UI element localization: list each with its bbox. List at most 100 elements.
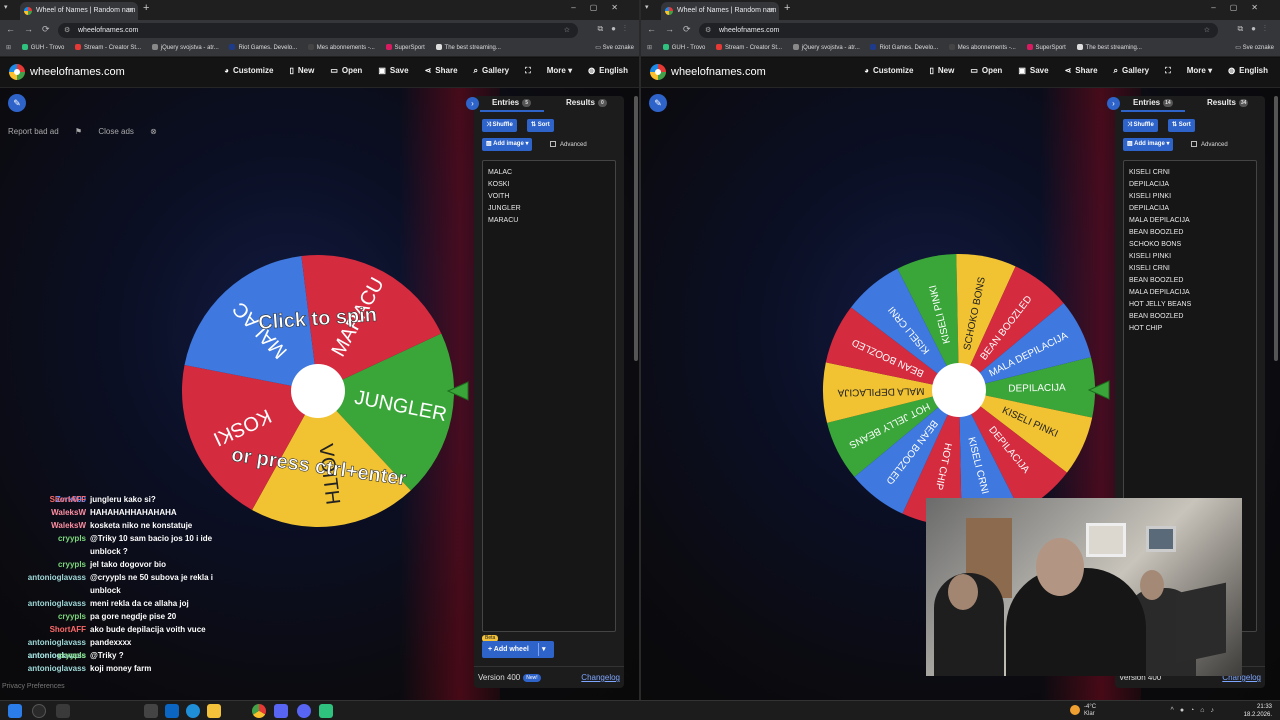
bookmark-item[interactable]: Riot Games. Develo... — [229, 41, 297, 56]
bookmark-item[interactable]: jQuery svojstva - atr... — [151, 41, 219, 56]
tab-search-icon[interactable]: ▾ — [4, 3, 8, 11]
new-tab-icon[interactable]: + — [143, 2, 149, 14]
page-scrollbar[interactable] — [1274, 96, 1278, 361]
sort-button[interactable]: ⇅ Sort — [527, 119, 554, 132]
bookmark-item[interactable]: The best streaming... — [1076, 41, 1142, 56]
privacy-preferences-link[interactable]: Privacy Preferences — [2, 683, 65, 690]
file-explorer-icon[interactable] — [144, 704, 158, 718]
shuffle-button[interactable]: ⤨ Shuffle — [1123, 119, 1158, 132]
weather-widget[interactable]: -4°C Klar — [1070, 704, 1096, 718]
menu-new[interactable]: ▯ New — [289, 66, 314, 76]
menu-open[interactable]: ▭ Open — [330, 66, 362, 76]
site-info-icon[interactable]: ⚙ — [64, 23, 70, 38]
fullscreen-icon[interactable]: ⛶ — [1165, 66, 1171, 76]
bookmark-item[interactable]: GUH - Trovo — [662, 41, 705, 56]
changelog-link[interactable]: Changelog — [581, 667, 620, 689]
menu-customize[interactable]: ◕ Customize — [864, 66, 913, 76]
shuffle-button[interactable]: ⤨ Shuffle — [482, 119, 517, 132]
menu-new[interactable]: ▯ New — [929, 66, 954, 76]
menu-save[interactable]: ▣ Save — [378, 66, 408, 76]
tab-entries[interactable]: Entries 14 — [1133, 98, 1173, 107]
close-ads-link[interactable]: Close ads ⊗ — [98, 127, 157, 136]
tab-results[interactable]: Results 34 — [1207, 98, 1249, 107]
menu-share[interactable]: ⋖ Share — [1065, 66, 1098, 76]
bookmark-item[interactable]: GUH - Trovo — [21, 41, 64, 56]
site-logo[interactable]: wheelofnames.com — [9, 64, 125, 80]
bookmark-star-icon[interactable]: ☆ — [564, 23, 570, 38]
apps-icon[interactable]: ⊞ — [647, 41, 652, 56]
discord-icon[interactable] — [297, 704, 311, 718]
edit-pencil-icon[interactable]: ✎ — [649, 94, 667, 112]
window-controls[interactable]: –▢✕ — [1211, 3, 1272, 12]
menu-open[interactable]: ▭ Open — [970, 66, 1002, 76]
bookmark-item[interactable]: Stream - Creator St... — [716, 41, 782, 56]
wheel-favicon-icon — [665, 7, 673, 15]
site-info-icon[interactable]: ⚙ — [705, 23, 711, 38]
task-view-icon[interactable] — [56, 704, 70, 718]
menu-save[interactable]: ▣ Save — [1018, 66, 1048, 76]
menu-gallery[interactable]: ⌕ Gallery — [1114, 66, 1150, 76]
start-menu-icon[interactable] — [8, 704, 22, 718]
sort-button[interactable]: ⇅ Sort — [1168, 119, 1195, 132]
wheel-slice-label: MALA DEPILACIJA — [837, 385, 924, 398]
bookmark-star-icon[interactable]: ☆ — [1204, 23, 1210, 38]
nav-buttons[interactable]: ←→⟳ — [647, 24, 700, 35]
folder-icon[interactable] — [207, 704, 221, 718]
nav-buttons[interactable]: ←→⟳ — [6, 24, 59, 35]
menu-customize[interactable]: ◕ Customize — [224, 66, 273, 76]
menu-gallery[interactable]: ⌕ Gallery — [474, 66, 510, 76]
advanced-checkbox[interactable]: Advanced — [1191, 141, 1228, 148]
teams-icon[interactable] — [274, 704, 288, 718]
bookmark-item[interactable]: Stream - Creator St... — [75, 41, 141, 56]
add-image-button[interactable]: ▨ Add image ▾ — [482, 138, 533, 151]
menu-language[interactable]: ◍ English — [588, 66, 628, 76]
wheel-hub[interactable] — [291, 364, 345, 418]
search-icon[interactable] — [32, 704, 46, 718]
bookmark-item[interactable]: Riot Games. Develo... — [870, 41, 938, 56]
tab-results[interactable]: Results 0 — [566, 98, 607, 107]
menu-more[interactable]: More ▾ — [547, 66, 572, 76]
system-tray-icons[interactable]: ^●◔⌂♪ — [1171, 707, 1220, 714]
url-field[interactable]: ⚙ wheelofnames.com ☆ — [699, 23, 1218, 38]
add-image-button[interactable]: ▨ Add image ▾ — [1123, 138, 1174, 151]
menu-more[interactable]: More ▾ — [1187, 66, 1212, 76]
add-wheel-button[interactable]: + Add wheel ▾ — [482, 641, 554, 658]
advanced-checkbox[interactable]: Advanced — [550, 141, 587, 148]
bookmark-item[interactable]: The best streaming... — [435, 41, 501, 56]
menu-share[interactable]: ⋖ Share — [425, 66, 458, 76]
site-logo[interactable]: wheelofnames.com — [650, 64, 766, 80]
app-icon[interactable] — [319, 704, 333, 718]
chrome-icon[interactable] — [252, 704, 266, 718]
new-tab-icon[interactable]: + — [784, 2, 790, 14]
entries-textarea[interactable]: MALAC KOSKI VOITH JUNGLER MARACU — [482, 160, 616, 632]
all-bookmarks-folder[interactable]: ▭ Sve oznake — [595, 41, 634, 56]
extensions-icons[interactable]: ⧉●⋮ — [1237, 24, 1274, 34]
edge-icon[interactable] — [186, 704, 200, 718]
all-bookmarks-folder[interactable]: ▭ Sve oznake — [1235, 41, 1274, 56]
browser-tab[interactable]: Wheel of Names | Random nam ✕ — [20, 2, 138, 20]
report-bad-ad-link[interactable]: Report bad ad ⚑ — [8, 127, 82, 136]
wheel-hub[interactable] — [932, 363, 986, 417]
fullscreen-icon[interactable]: ⛶ — [525, 66, 531, 76]
clock[interactable]: 21:33 18.2.2026. — [1244, 703, 1272, 719]
url-field[interactable]: ⚙ wheelofnames.com ☆ — [58, 23, 578, 38]
close-tab-icon[interactable]: ✕ — [127, 2, 134, 20]
apps-icon[interactable]: ⊞ — [6, 41, 11, 56]
wheel[interactable]: JUNGLER VOITH KOSKI MALAC MARACU Click to spi… — [180, 253, 476, 529]
window-controls[interactable]: –▢✕ — [571, 3, 632, 12]
bookmark-item[interactable]: SuperSport — [385, 41, 425, 56]
bookmark-item[interactable]: SuperSport — [1026, 41, 1066, 56]
close-tab-icon[interactable]: ✕ — [768, 2, 775, 20]
tab-search-icon[interactable]: ▾ — [645, 3, 649, 11]
tab-entries[interactable]: Entries 5 — [492, 98, 532, 107]
page-scrollbar[interactable] — [634, 96, 638, 361]
bookmark-item[interactable]: Mes abonnements -... — [307, 41, 375, 56]
extensions-icons[interactable]: ⧉●⋮ — [597, 24, 634, 34]
browser-tab[interactable]: Wheel of Names | Random nam ✕ — [661, 2, 779, 20]
bookmark-item[interactable]: jQuery svojstva - atr... — [792, 41, 860, 56]
mail-icon[interactable] — [165, 704, 179, 718]
wheel[interactable]: DEPILACIJA KISELI PINKI DEPILACIJA KISELI C… — [821, 252, 1117, 528]
edit-pencil-icon[interactable]: ✎ — [8, 94, 26, 112]
bookmark-item[interactable]: Mes abonnements -... — [948, 41, 1016, 56]
menu-language[interactable]: ◍ English — [1228, 66, 1268, 76]
